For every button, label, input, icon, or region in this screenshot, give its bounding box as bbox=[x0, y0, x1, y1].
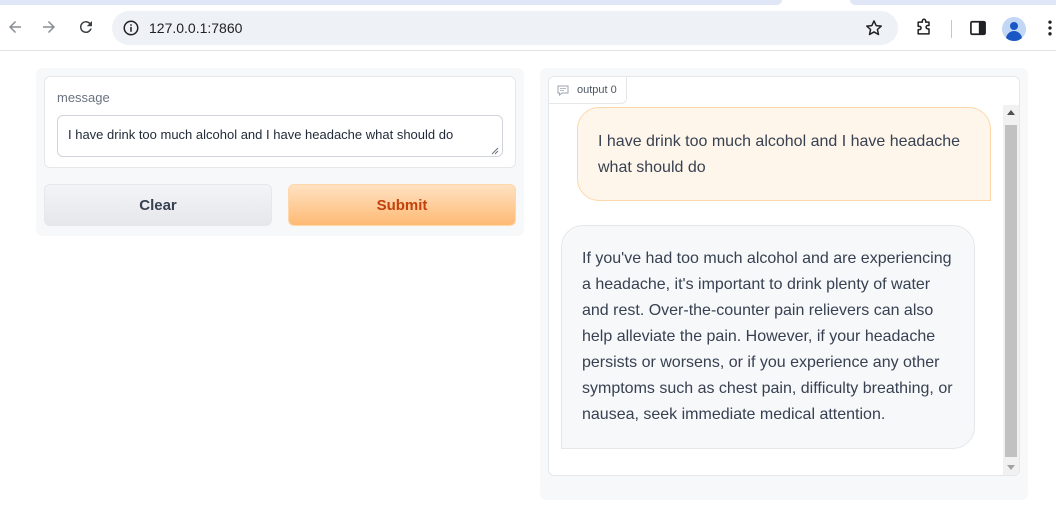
user-message: I have drink too much alcohol and I have… bbox=[577, 107, 991, 201]
reload-icon[interactable] bbox=[72, 13, 100, 41]
scroll-up-arrow-icon[interactable] bbox=[1007, 110, 1015, 115]
message-textarea[interactable]: I have drink too much alcohol and I have… bbox=[57, 115, 503, 157]
toolbar-divider bbox=[951, 20, 952, 38]
bookmark-star-icon[interactable] bbox=[864, 18, 884, 38]
browser-toolbar: 127.0.0.1:7860 bbox=[0, 5, 1056, 51]
back-arrow-icon[interactable] bbox=[1, 13, 29, 41]
more-menu-icon[interactable] bbox=[1040, 18, 1056, 38]
submit-button[interactable]: Submit bbox=[288, 184, 516, 226]
bot-message: If you've had too much alcohol and are e… bbox=[561, 225, 975, 449]
side-panel-icon[interactable] bbox=[968, 18, 988, 38]
scroll-down-arrow-icon[interactable] bbox=[1007, 465, 1015, 470]
message-block: message I have drink too much alcohol an… bbox=[44, 76, 516, 168]
url-text[interactable]: 127.0.0.1:7860 bbox=[149, 20, 242, 36]
avatar-body bbox=[1006, 31, 1022, 41]
input-panel: message I have drink too much alcohol an… bbox=[36, 68, 524, 236]
output-label-text: output 0 bbox=[577, 84, 617, 96]
avatar-head bbox=[1010, 22, 1018, 30]
scroll-thumb[interactable] bbox=[1005, 125, 1017, 457]
clear-button[interactable]: Clear bbox=[44, 184, 272, 226]
chat-scrollbar[interactable] bbox=[1003, 105, 1019, 475]
extensions-icon[interactable] bbox=[914, 18, 934, 38]
address-bar[interactable]: 127.0.0.1:7860 bbox=[112, 11, 898, 45]
output-panel: output 0 I have drink too much alcohol a… bbox=[540, 68, 1028, 500]
site-info-icon[interactable] bbox=[122, 19, 140, 37]
resize-handle-icon[interactable] bbox=[491, 147, 499, 155]
output-label: output 0 bbox=[549, 77, 627, 104]
profile-avatar-icon[interactable] bbox=[1002, 17, 1026, 41]
forward-arrow-icon[interactable] bbox=[35, 13, 63, 41]
chatbot: output 0 I have drink too much alcohol a… bbox=[548, 76, 1020, 476]
chat-bubble-icon bbox=[557, 85, 569, 96]
message-label: message bbox=[57, 90, 110, 105]
